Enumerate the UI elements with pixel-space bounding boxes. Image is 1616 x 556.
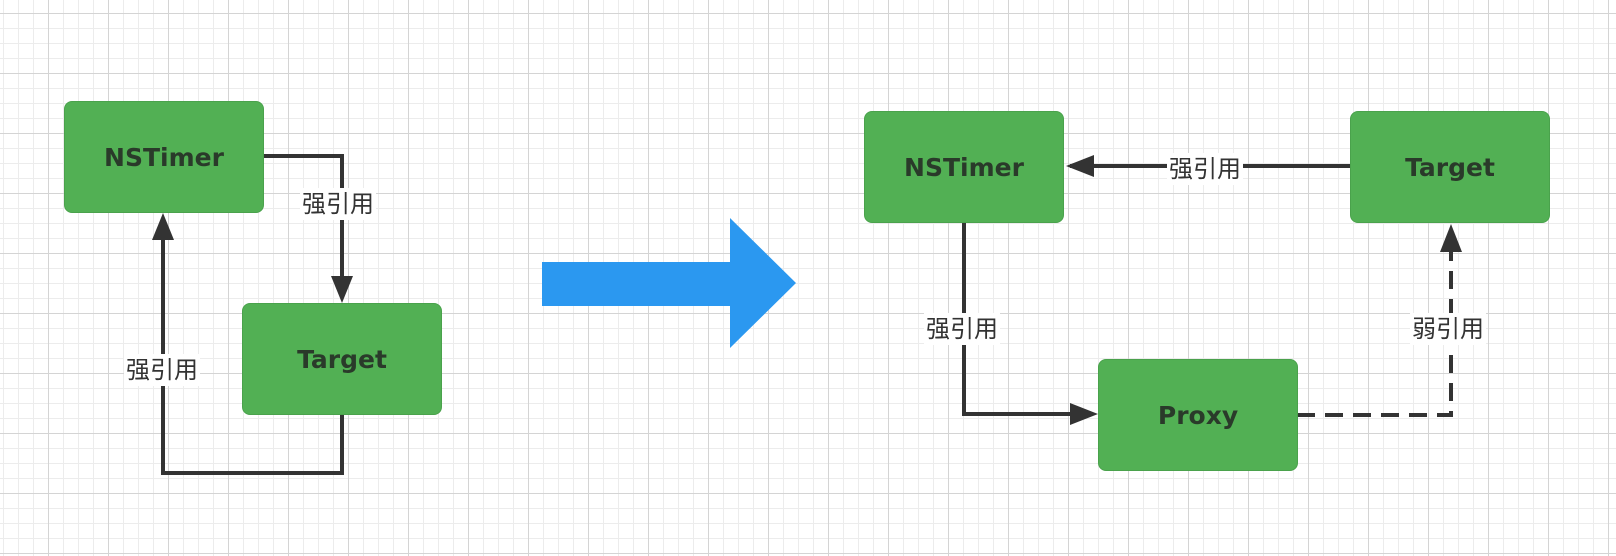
left-nstimer-node[interactable]: NSTimer — [64, 101, 264, 213]
transition-arrow — [542, 218, 796, 348]
right-target-label: Target — [1405, 152, 1495, 182]
right-edge-label-proxy-to-target: 弱引用 — [1410, 313, 1486, 345]
right-nstimer-node[interactable]: NSTimer — [864, 111, 1064, 223]
left-edge-label-target-to-timer: 强引用 — [124, 354, 200, 386]
left-nstimer-label: NSTimer — [104, 142, 224, 172]
left-target-label: Target — [297, 344, 387, 374]
left-edge-timer-to-target — [264, 154, 344, 295]
left-edge-label-timer-to-target: 强引用 — [300, 188, 376, 220]
arrowhead-left-timer — [152, 213, 174, 240]
arrowhead-right-timer — [1066, 155, 1094, 177]
arrowhead-left-target — [331, 276, 353, 303]
right-proxy-label: Proxy — [1157, 400, 1239, 430]
diagram-connectors — [152, 154, 1462, 475]
right-nstimer-label: NSTimer — [904, 152, 1024, 182]
arrowhead-right-proxy — [1070, 403, 1098, 425]
right-edge-label-timer-to-proxy: 强引用 — [924, 313, 1000, 345]
right-edge-label-target-to-timer: 强引用 — [1167, 153, 1243, 185]
left-target-node[interactable]: Target — [242, 303, 442, 415]
arrowhead-right-target — [1440, 224, 1462, 252]
right-target-node[interactable]: Target — [1350, 111, 1550, 223]
right-proxy-node[interactable]: Proxy — [1098, 359, 1298, 471]
